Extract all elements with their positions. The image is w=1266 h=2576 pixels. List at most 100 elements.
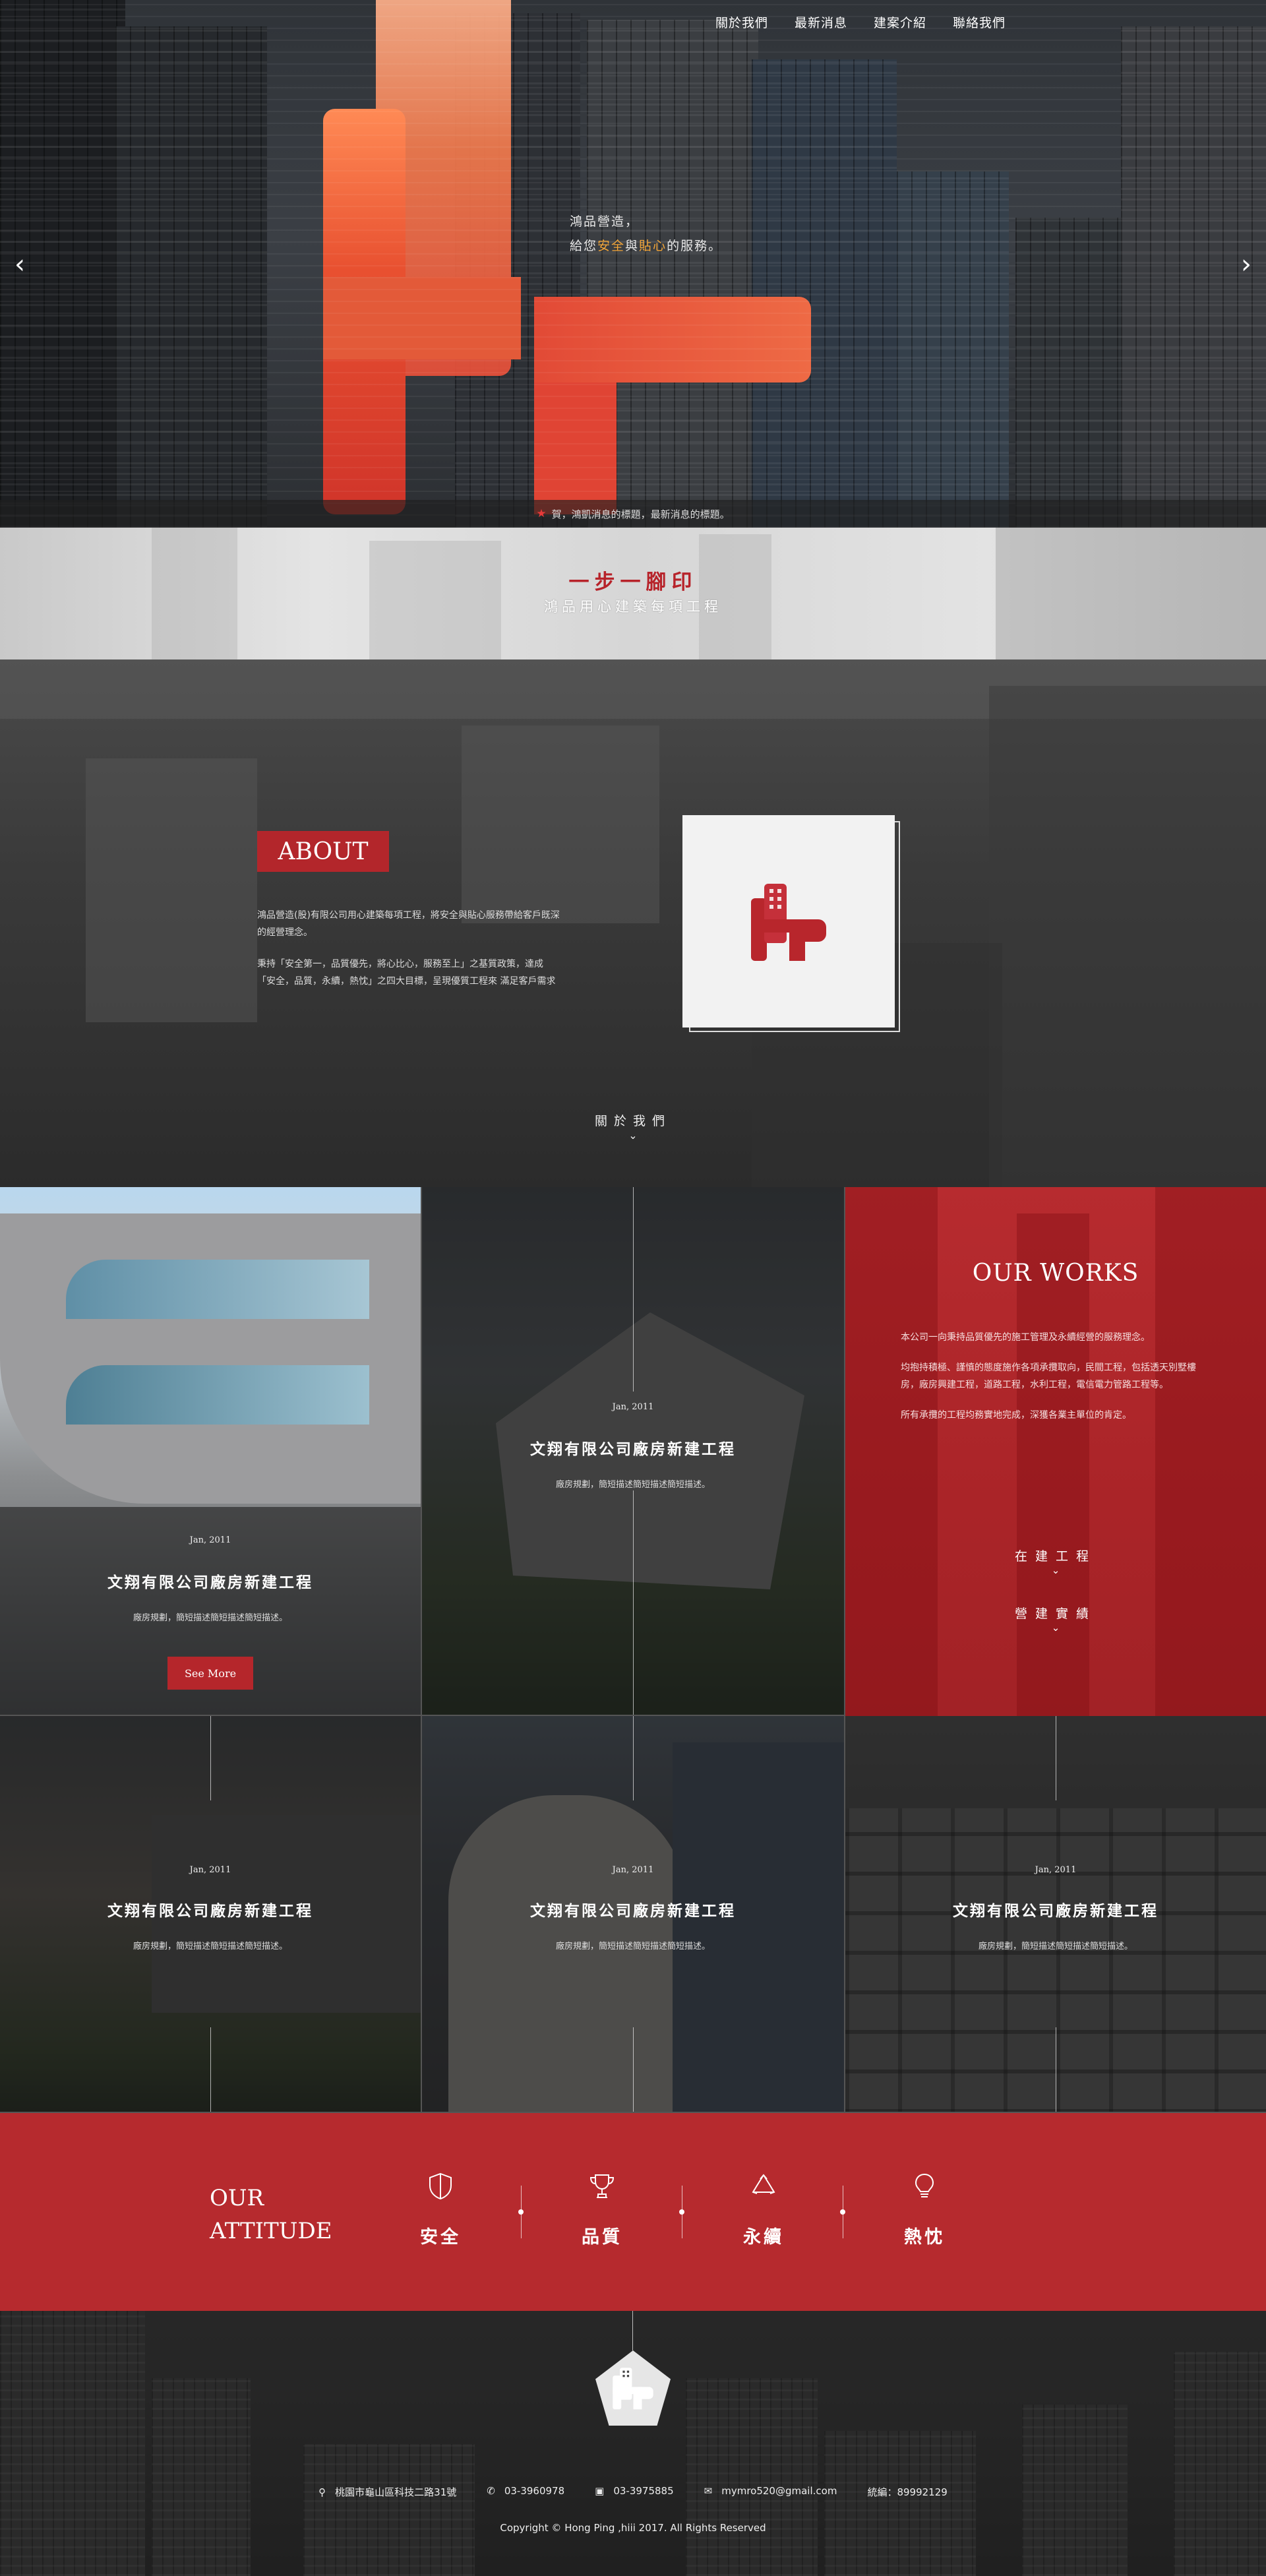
attitude-item-safety: 安全: [401, 2172, 480, 2248]
attitude-item-quality: 品質: [562, 2172, 642, 2248]
work-date: Jan, 2011: [612, 1865, 654, 1875]
attitude-title: OUR ATTITUDE: [210, 2182, 332, 2248]
background-texture: [1017, 1213, 1089, 1716]
attitude-item-passion: 熱忱: [885, 2172, 964, 2248]
footer-phone-text[interactable]: 03-3960978: [504, 2485, 564, 2497]
work-description: 廠房規劃，簡短描述簡短描述簡短描述。: [133, 1613, 287, 1623]
tagline-text: 的服務。: [667, 239, 723, 253]
company-logo-icon: [613, 2368, 653, 2410]
main-nav: 關於我們 最新消息 建案介紹 聯絡我們: [715, 13, 1006, 31]
nav-item-projects[interactable]: 建案介紹: [874, 13, 926, 31]
footer-tax-id-text: 統編：89992129: [867, 2486, 948, 2498]
news-ticker-text[interactable]: 賀，鴻凱消息的標題，最新消息的標題。: [552, 507, 730, 521]
footer-contact: ⚲ 桃園市龜山區科技二路31號 ✆ 03-3960978 ▣ 03-3975885 ✉…: [0, 2485, 1266, 2499]
work-card[interactable]: Jan, 2011 文翔有限公司廠房新建工程 廠房規劃，簡短描述簡短描述簡短描述…: [0, 1187, 422, 1716]
work-date: Jan, 2011: [612, 1402, 654, 1412]
slogan-subtitle: 鴻品用心建築每項工程: [544, 599, 722, 615]
our-works-paragraph: 均抱持積極、謹慎的態度施作各項承攬取向，民間工程，包括透天別墅樓房，廠房興建工程…: [901, 1363, 1196, 1390]
our-works-paragraph: 所有承攬的工程均務實地完成，深獲各業主單位的肯定。: [901, 1410, 1131, 1421]
work-card[interactable]: Jan, 2011 文翔有限公司廠房新建工程 廠房規劃，簡短描述簡短描述簡短描述…: [422, 1187, 845, 1716]
work-title[interactable]: 文翔有限公司廠房新建工程: [845, 1898, 1266, 1920]
work-title[interactable]: 文翔有限公司廠房新建工程: [0, 1570, 421, 1592]
brush-texture: [462, 725, 659, 923]
work-card[interactable]: Jan, 2011 文翔有限公司廠房新建工程 廠房規劃，簡短描述簡短描述簡短描述…: [0, 1716, 422, 2113]
prev-slide-arrow-icon[interactable]: ‹: [15, 249, 25, 280]
footer-address: ⚲ 桃園市龜山區科技二路31號: [318, 2485, 456, 2499]
our-works-description: 本公司一向秉持品質優先的施工管理及永續經營的服務理念。 均抱持積極、謹慎的態度施…: [901, 1329, 1211, 1437]
footer-copyright: Copyright © Hong Ping ,hiii 2017. All Ri…: [500, 2522, 766, 2534]
our-works-panel: OUR WORKS 本公司一向秉持品質優先的施工管理及永續經營的服務理念。 均抱…: [845, 1187, 1266, 1716]
work-photo-window: [66, 1365, 369, 1425]
work-description: 廠房規劃，簡短描述簡短描述簡短描述。: [555, 1480, 710, 1490]
work-card[interactable]: Jan, 2011 文翔有限公司廠房新建工程 廠房規劃，簡短描述簡短描述簡短描述…: [845, 1716, 1266, 2113]
star-icon: ★: [536, 507, 547, 520]
nav-item-about[interactable]: 關於我們: [715, 13, 768, 31]
attitude-item-sustainability: 永續: [724, 2172, 803, 2248]
hero-tagline-line2: 給您安全與貼心的服務。: [570, 234, 722, 259]
completed-projects-link[interactable]: 營建實績: [845, 1604, 1266, 1622]
chevron-down-icon[interactable]: ⌄: [845, 1622, 1266, 1634]
work-description: 廠房規劃，簡短描述簡短描述簡短描述。: [555, 1942, 710, 1951]
attitude-label: 熱忱: [904, 2227, 945, 2248]
tagline-highlight-safe: 安全: [597, 239, 626, 253]
divider-line: [633, 2027, 634, 2112]
our-works-paragraph: 本公司一向秉持品質優先的施工管理及永續經營的服務理念。: [901, 1332, 1150, 1343]
divider-line: [633, 1187, 634, 1392]
tagline-text: 給您: [570, 239, 598, 253]
attitude-title-line: ATTITUDE: [210, 2218, 332, 2244]
news-ticker[interactable]: ★ 賀，鴻凱消息的標題，最新消息的標題。: [0, 500, 1266, 528]
work-title[interactable]: 文翔有限公司廠房新建工程: [422, 1436, 844, 1459]
see-more-button[interactable]: See More: [167, 1657, 253, 1690]
tagline-highlight-care: 貼心: [639, 239, 667, 253]
divider-line: [632, 2311, 633, 2350]
work-description: 廠房規劃，簡短描述簡短描述簡短描述。: [133, 1942, 287, 1951]
about-more-link[interactable]: 關於我們: [0, 1111, 1266, 1129]
divider-line: [633, 1490, 634, 1715]
hero-banner: 關於我們 最新消息 建案介紹 聯絡我們 ‹ › 鴻品營造， 給您安全與貼心的服務…: [0, 0, 1266, 528]
brush-texture: [86, 758, 257, 1022]
footer-email[interactable]: ✉ mymro520@gmail.com: [704, 2485, 837, 2499]
chevron-down-icon[interactable]: ⌄: [845, 1564, 1266, 1576]
company-logo-icon: [751, 884, 826, 961]
footer-email-text[interactable]: mymro520@gmail.com: [721, 2485, 837, 2497]
work-title[interactable]: 文翔有限公司廠房新建工程: [0, 1898, 421, 1920]
work-date: Jan, 2011: [1035, 1865, 1077, 1875]
about-paragraph: 鴻品營造(股)有限公司用心建築每項工程，將安全與貼心服務帶給客戶既深的經營理念。: [257, 910, 560, 938]
divider-dot: [840, 2209, 845, 2215]
nav-item-news[interactable]: 最新消息: [795, 13, 847, 31]
works-section: Jan, 2011 文翔有限公司廠房新建工程 廠房規劃，簡短描述簡短描述簡短描述…: [0, 1187, 1266, 2113]
footer-phone[interactable]: ✆ 03-3960978: [487, 2485, 564, 2499]
footer-address-text: 桃園市龜山區科技二路31號: [335, 2486, 457, 2498]
trophy-icon: [589, 2174, 615, 2198]
divider-dot: [679, 2209, 684, 2215]
divider-line: [210, 1716, 211, 1800]
ongoing-projects-link[interactable]: 在建工程: [845, 1547, 1266, 1564]
shield-icon: [429, 2172, 452, 2200]
work-card[interactable]: Jan, 2011 文翔有限公司廠房新建工程 廠房規劃，簡短描述簡短描述簡短描述…: [422, 1716, 845, 2113]
about-paragraph: 秉持「安全第一，品質優先，將心比心，服務至上」之基質政策，達成「安全，品質，永續…: [257, 959, 556, 987]
footer-tax-id: 統編：89992129: [867, 2485, 947, 2499]
footer-fax: ▣ 03-3975885: [595, 2485, 674, 2499]
work-description: 廠房規劃，簡短描述簡短描述簡短描述。: [978, 1942, 1133, 1951]
work-title[interactable]: 文翔有限公司廠房新建工程: [422, 1898, 844, 1920]
chevron-down-icon[interactable]: ⌄: [0, 1129, 1266, 1142]
site-footer: ⚲ 桃園市龜山區科技二路31號 ✆ 03-3960978 ▣ 03-3975885 ✉…: [0, 2311, 1266, 2576]
phone-icon: ✆: [487, 2485, 495, 2497]
work-date: Jan, 2011: [189, 1865, 231, 1875]
about-logo-card: [682, 815, 895, 1027]
divider-line: [210, 2027, 211, 2112]
lightbulb-icon: [915, 2173, 934, 2197]
nav-item-contact[interactable]: 聯絡我們: [953, 13, 1006, 31]
attitude-title-line: OUR: [210, 2185, 264, 2211]
divider-line: [633, 1716, 634, 1800]
next-slide-arrow-icon[interactable]: ›: [1241, 249, 1251, 280]
divider-dot: [518, 2209, 524, 2215]
hero-overlay: [0, 0, 1266, 528]
work-photo-window: [66, 1260, 369, 1319]
attitude-section: OUR ATTITUDE 安全 品質 永續 熱忱: [0, 2113, 1266, 2311]
attitude-label: 永續: [743, 2227, 784, 2248]
our-works-title: OUR WORKS: [972, 1260, 1139, 1287]
slogan-title: 一步一腳印: [568, 570, 698, 594]
about-badge: ABOUT: [257, 831, 389, 872]
fax-icon: ▣: [595, 2485, 605, 2497]
